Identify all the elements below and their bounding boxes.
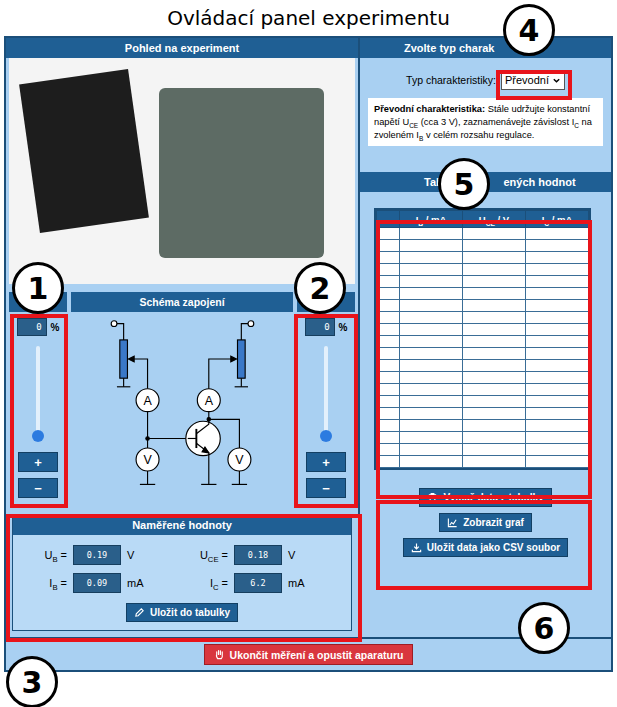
slider-unit: % xyxy=(339,322,348,333)
experiment-control-page: Ovládací panel experimentu Pohled na exp… xyxy=(0,0,617,707)
trash-icon xyxy=(427,492,438,503)
table-row xyxy=(377,336,589,348)
slider[interactable] xyxy=(31,346,45,442)
type-header: Zvolte typ charak xyxy=(360,38,611,58)
increase-button[interactable]: + xyxy=(18,452,58,472)
table-row xyxy=(377,300,589,312)
chart-icon xyxy=(447,517,458,528)
exit-button[interactable]: Ukončit měření a opustit aparaturu xyxy=(204,644,414,665)
download-icon xyxy=(411,542,422,553)
callout-frame xyxy=(376,500,592,590)
measured-value: IB = 0.09 mA xyxy=(21,573,182,593)
ammeter-label: A xyxy=(143,394,152,408)
callout-badge: 4 xyxy=(503,4,555,56)
clear-button[interactable]: Vymaž data z tabulky xyxy=(419,488,551,507)
increase-button[interactable]: + xyxy=(306,452,346,472)
table-row xyxy=(377,372,589,384)
bottom-bar: Ukončit měření a opustit aparaturu xyxy=(6,637,611,670)
callout-frame xyxy=(6,514,362,642)
measured-header: Naměřené hodnoty xyxy=(13,515,351,535)
decrease-button[interactable]: − xyxy=(18,478,58,498)
table-row xyxy=(377,360,589,372)
measured-value: IC = 6.2 mA xyxy=(182,573,343,593)
type-description: Převodní charakteristika: Stále udržujte… xyxy=(368,98,603,146)
slider-panel: 0 % + − xyxy=(297,292,355,504)
schematic-header: Schéma zapojení xyxy=(71,292,293,312)
right-column: Zvolte typ charak Typ charakteristiky: P… xyxy=(360,38,611,637)
slider[interactable] xyxy=(319,346,333,442)
callout-frame xyxy=(376,220,592,499)
control-panel: Pohled na experiment 0 % + − Schéma zapo… xyxy=(4,36,613,672)
table-row xyxy=(377,240,589,252)
table-row xyxy=(377,348,589,360)
table-row xyxy=(377,396,589,408)
table-actions: Vymaž data z tabulky Zobrazit graf Uloži… xyxy=(360,488,611,557)
table-row xyxy=(377,384,589,396)
schematic-panel: Schéma zapojení A A V V xyxy=(71,292,293,504)
slider-track xyxy=(324,346,328,442)
table-row xyxy=(377,432,589,444)
table-row xyxy=(377,408,589,420)
measured-value: UB = 0.19 V xyxy=(21,545,182,565)
voltmeter-label: V xyxy=(143,453,152,467)
slider-track xyxy=(36,346,40,442)
value-display: 0.19 xyxy=(73,545,121,565)
table-row xyxy=(377,312,589,324)
table-row xyxy=(377,444,589,456)
slider-thumb[interactable] xyxy=(32,430,44,442)
table-row xyxy=(377,324,589,336)
callout-frame xyxy=(496,70,572,100)
value-display: 0.18 xyxy=(234,545,282,565)
callout-badge: 3 xyxy=(6,656,58,707)
table-row xyxy=(377,420,589,432)
callout-badge: 1 xyxy=(12,262,64,314)
callout-badge: 5 xyxy=(438,158,490,210)
measured-value: UCE = 0.18 V xyxy=(182,545,343,565)
left-column: Pohled na experiment 0 % + − Schéma zapo… xyxy=(6,38,360,637)
slider-panel: 0 % + − xyxy=(9,292,67,504)
table-row xyxy=(377,252,589,264)
callout-frame xyxy=(294,314,358,508)
value-display: 6.2 xyxy=(234,573,282,593)
type-select[interactable]: Převodní xyxy=(501,70,565,90)
type-label: Typ charakteristiky: xyxy=(406,74,496,86)
values-table: IB / mAUCE / VIC / mA xyxy=(374,208,591,470)
column-header: UCE / V xyxy=(463,211,526,228)
ammeter-label: A xyxy=(205,394,214,408)
pencil-icon xyxy=(134,607,145,618)
callout-badge: 2 xyxy=(294,262,346,314)
chevron-down-icon xyxy=(552,76,561,85)
decrease-button[interactable]: − xyxy=(306,478,346,498)
voltmeter-label: V xyxy=(235,453,244,467)
save-to-table-button[interactable]: Uložit do tabulky xyxy=(126,603,238,622)
slider-thumb[interactable] xyxy=(320,430,332,442)
column-header: IC / mA xyxy=(526,211,589,228)
column-header: IB / mA xyxy=(400,211,463,228)
experiment-photo xyxy=(9,58,355,284)
table-row xyxy=(377,288,589,300)
slider-unit: % xyxy=(51,322,60,333)
circuit-diagram: A A V V xyxy=(71,312,293,497)
measured-values-panel: Naměřené hodnoty UB = 0.19 VUCE = 0.18 V… xyxy=(12,514,352,631)
slider-value[interactable]: 0 xyxy=(305,318,335,336)
graph-button[interactable]: Zobrazit graf xyxy=(439,513,532,532)
slider-value[interactable]: 0 xyxy=(17,318,47,336)
table-row xyxy=(377,276,589,288)
table-row xyxy=(377,264,589,276)
photo-header: Pohled na experiment xyxy=(6,38,358,58)
export-button[interactable]: Uložit data jako CSV soubor xyxy=(403,538,568,557)
table-row xyxy=(377,456,589,468)
callout-badge: 6 xyxy=(518,602,570,654)
callout-frame xyxy=(10,314,68,508)
hand-icon xyxy=(214,649,225,660)
table-row xyxy=(377,228,589,240)
value-display: 0.09 xyxy=(73,573,121,593)
